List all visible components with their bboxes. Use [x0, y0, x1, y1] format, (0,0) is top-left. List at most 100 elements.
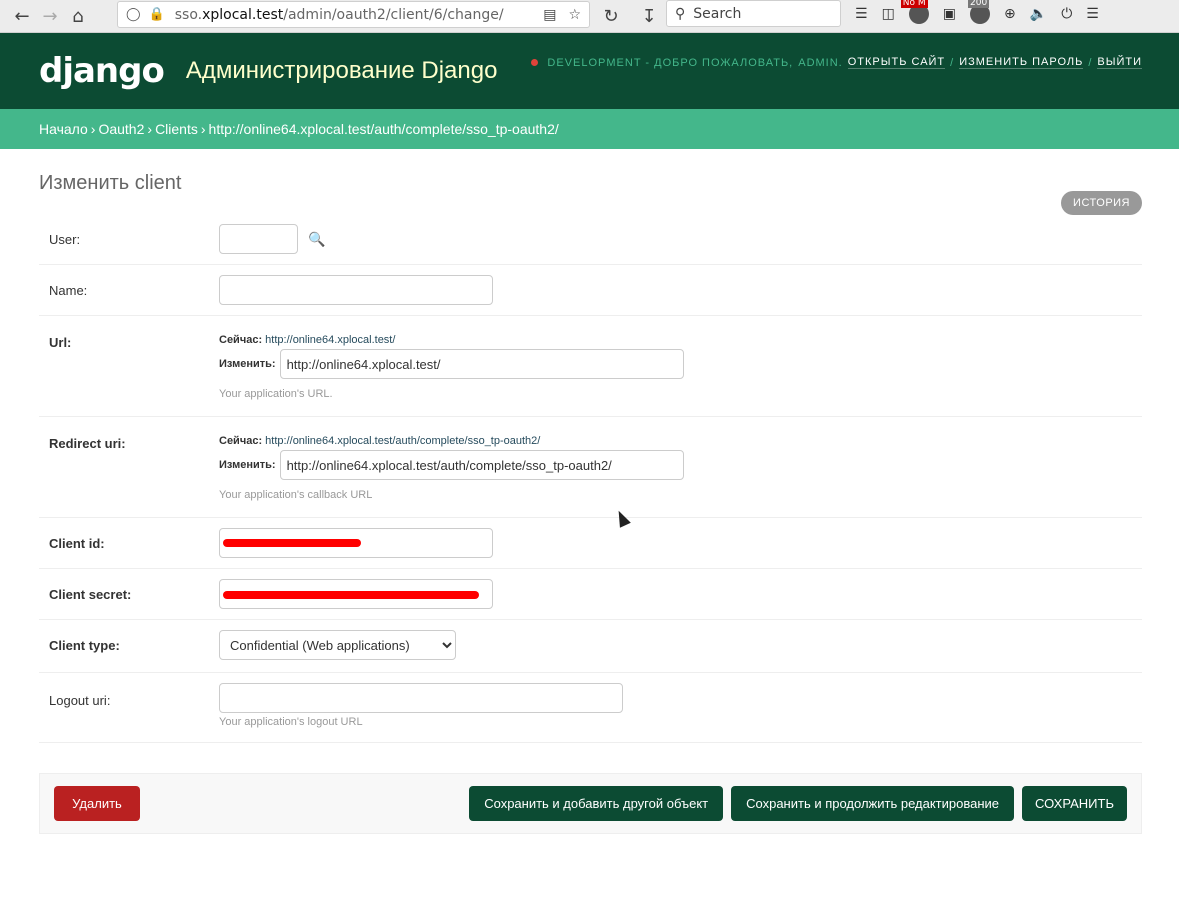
env-text: DEVELOPMENT - ДОБРО ПОЖАЛОВАТЬ, [547, 56, 794, 69]
reader-icon[interactable]: ▣ [943, 6, 956, 22]
redaction-mark [223, 539, 361, 547]
url-text[interactable]: sso.xplocal.test/admin/oauth2/client/6/c… [175, 7, 543, 23]
url-field-wrap: Сейчас: http://online64.xplocal.test/ Из… [219, 334, 1132, 406]
extension-counter-icon[interactable]: 200 [968, 0, 991, 24]
name-input[interactable] [219, 275, 493, 305]
env-dot-icon [531, 59, 539, 66]
form-row-name: Name: [39, 265, 1142, 316]
redirect-current-label: Сейчас: [219, 435, 263, 447]
client-secret-label: Client secret: [49, 587, 132, 602]
site-header: django Администрирование Django DEVELOPM… [0, 33, 1179, 109]
lock-icon[interactable]: 🔒 [149, 7, 165, 22]
logout-label: Logout uri: [49, 693, 111, 708]
breadcrumb-app[interactable]: Oauth2 [98, 121, 144, 137]
breadcrumb-separator: › [200, 121, 206, 137]
client-type-field-wrap: Confidential (Web applications) [219, 630, 1132, 662]
url-bar[interactable]: ◯ 🔒 sso.xplocal.test/admin/oauth2/client… [117, 1, 590, 28]
browser-toolbar: ← → ⌂ ◯ 🔒 sso.xplocal.test/admin/oauth2/… [0, 0, 1179, 33]
client-secret-field-wrap [219, 579, 1132, 609]
form-row-client-secret: Client secret: [39, 569, 1142, 620]
search-icon: ⚲ [675, 5, 686, 22]
django-logo[interactable]: django [39, 51, 165, 91]
form-row-logout: Logout uri: Your application's logout UR… [39, 673, 1142, 743]
history-button[interactable]: ИСТОРИЯ [1061, 191, 1142, 215]
bookmark-star-icon[interactable]: ☆ [568, 7, 581, 23]
breadcrumb-separator: › [147, 121, 153, 137]
power-icon[interactable]: ⏻ [1061, 6, 1072, 22]
page-title: Изменить client [39, 172, 182, 194]
form-row-user: User: 🔍 [39, 214, 1142, 265]
url-input[interactable] [279, 349, 684, 379]
url-change: Изменить: [219, 349, 1132, 379]
change-form: User: 🔍 Name: Url: Сейчас: http://online… [39, 214, 1142, 743]
user-tools: DEVELOPMENT - ДОБРО ПОЖАЛОВАТЬ, ADMIN. О… [531, 56, 1142, 69]
redirect-label: Redirect uri: [49, 436, 126, 451]
open-site-link[interactable]: ОТКРЫТЬ САЙТ [847, 56, 946, 69]
forward-icon[interactable]: → [36, 2, 64, 30]
delete-button[interactable]: Удалить [54, 786, 140, 821]
reload-icon[interactable]: ↻ [597, 2, 625, 30]
logout-input[interactable] [219, 683, 623, 713]
crosshair-icon[interactable]: ⊕ [1004, 6, 1016, 22]
client-type-select[interactable]: Confidential (Web applications) [219, 630, 456, 660]
name-field-wrap [219, 275, 1132, 305]
breadcrumb-model[interactable]: Clients [155, 121, 198, 137]
sidebar-icon[interactable]: ◫ [882, 6, 895, 22]
redirect-change-label: Изменить: [219, 459, 276, 471]
form-row-url: Url: Сейчас: http://online64.xplocal.tes… [39, 316, 1142, 417]
redaction-mark [223, 591, 479, 599]
redirect-field-wrap: Сейчас: http://online64.xplocal.test/aut… [219, 435, 1132, 507]
redirect-current-link[interactable]: http://online64.xplocal.test/auth/comple… [265, 435, 540, 447]
redirect-input[interactable] [279, 450, 684, 480]
home-icon[interactable]: ⌂ [64, 2, 92, 30]
url-help: Your application's URL. [219, 388, 333, 400]
url-current-link[interactable]: http://online64.xplocal.test/ [265, 334, 395, 346]
url-label: Url: [49, 335, 72, 350]
client-type-label: Client type: [49, 638, 120, 653]
extension-badge: No M [900, 0, 928, 8]
menu-icon[interactable]: ☰ [1086, 6, 1099, 22]
reader-view-icon[interactable]: ▤ [543, 7, 556, 23]
content: Изменить client ИСТОРИЯ User: 🔍 Name: Ur… [0, 172, 1179, 834]
url-current-label: Сейчас: [219, 334, 263, 346]
user-label: User: [49, 232, 81, 247]
url-host: xplocal.test [202, 6, 284, 23]
search-icon[interactable]: 🔍 [308, 231, 325, 248]
logout-link[interactable]: ВЫЙТИ [1097, 56, 1142, 69]
redirect-change: Изменить: [219, 450, 1132, 480]
client-id-field-wrap [219, 528, 1132, 558]
change-password-link[interactable]: ИЗМЕНИТЬ ПАРОЛЬ [959, 56, 1084, 69]
extension-counter-badge: 200 [968, 0, 990, 8]
form-row-client-type: Client type: Confidential (Web applicati… [39, 620, 1142, 673]
separator: / [950, 56, 955, 69]
form-row-redirect: Redirect uri: Сейчас: http://online64.xp… [39, 417, 1142, 518]
library-icon[interactable]: ☰ [855, 6, 868, 22]
search-box[interactable]: ⚲ Search [666, 0, 841, 27]
site-title[interactable]: Администрирование Django [186, 57, 498, 85]
url-path: /admin/oauth2/client/6/change/ [283, 6, 504, 23]
breadcrumb-home[interactable]: Начало [39, 121, 88, 137]
form-row-client-id: Client id: [39, 518, 1142, 569]
save-button-group: Сохранить и добавить другой объект Сохра… [469, 786, 1127, 821]
name-label: Name: [49, 283, 88, 298]
user-field-wrap: 🔍 [219, 224, 1132, 254]
logout-help: Your application's logout URL [219, 716, 363, 728]
user-input[interactable] [219, 224, 298, 254]
download-icon[interactable]: ↧ [635, 2, 663, 30]
logout-field-wrap: Your application's logout URL [219, 683, 1132, 732]
save-button[interactable]: СОХРАНИТЬ [1022, 786, 1127, 821]
url-current: Сейчас: http://online64.xplocal.test/ [219, 334, 1132, 346]
extension-icon[interactable]: No M [900, 0, 929, 24]
back-icon[interactable]: ← [8, 2, 36, 30]
shield-icon[interactable]: ◯ [126, 7, 141, 22]
save-and-add-button[interactable]: Сохранить и добавить другой объект [469, 786, 724, 821]
user-name: ADMIN. [798, 56, 843, 69]
redirect-current: Сейчас: http://online64.xplocal.test/aut… [219, 435, 1132, 447]
save-and-continue-button[interactable]: Сохранить и продолжить редактирование [731, 786, 1014, 821]
breadcrumb: Начало › Oauth2 › Clients › http://online64… [0, 109, 1179, 149]
submit-row: Удалить Сохранить и добавить другой объе… [39, 773, 1142, 834]
breadcrumb-current: http://online64.xplocal.test/auth/comple… [208, 121, 559, 137]
separator: / [1088, 56, 1093, 69]
search-placeholder: Search [693, 5, 742, 22]
speaker-icon[interactable]: 🔈 [1030, 6, 1047, 22]
